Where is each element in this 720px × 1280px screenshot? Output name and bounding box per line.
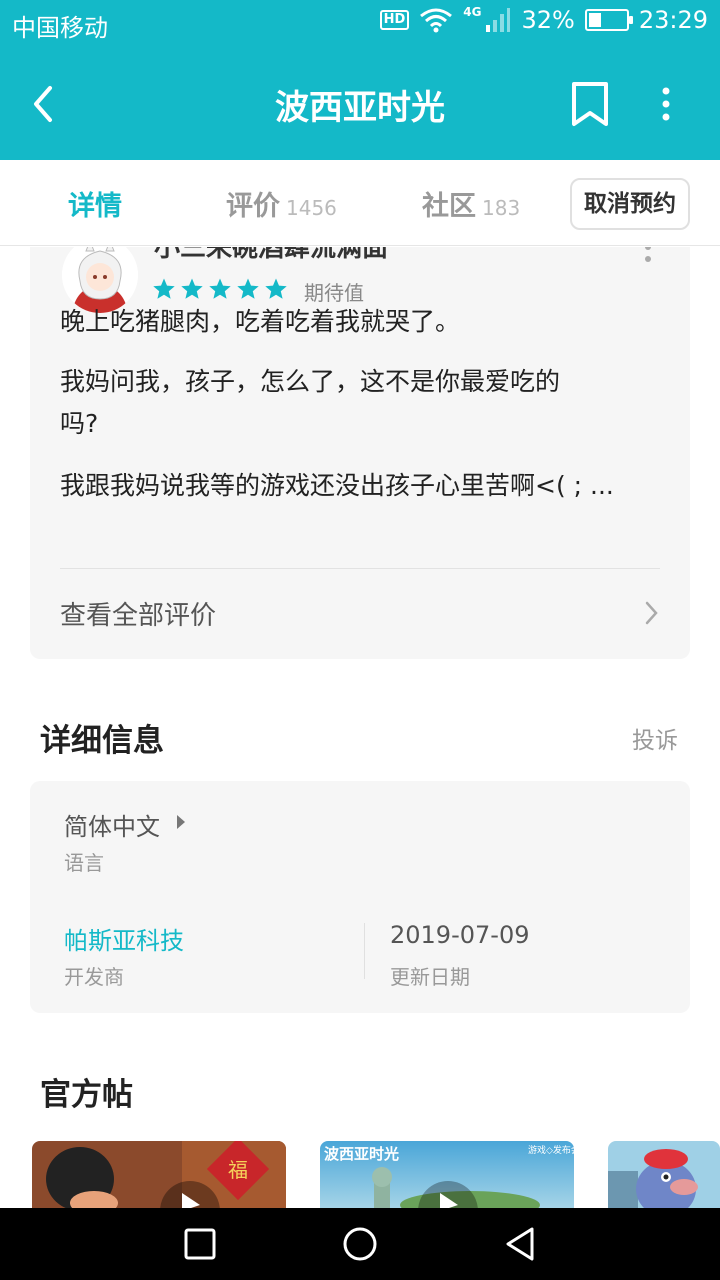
post-thumbnail[interactable] xyxy=(608,1141,720,1208)
post-image xyxy=(608,1141,720,1208)
tab-count: 183 xyxy=(482,196,521,220)
more-vertical-icon xyxy=(662,87,670,121)
star-icon xyxy=(181,278,203,299)
see-all-reviews-link[interactable]: 查看全部评价 xyxy=(60,569,660,659)
status-bar: 中国移动 HD 4G 32% 23:29 xyxy=(0,0,720,48)
post-subtitle-text: 游戏◇发布会 xyxy=(528,1144,574,1156)
battery-fill xyxy=(588,13,601,27)
app-bar: 中国移动 HD 4G 32% 23:29 波西亚时光 xyxy=(0,0,720,160)
cancel-reservation-button[interactable]: 取消预约 xyxy=(570,178,690,230)
review-card: 小三来碗酒肆流满面 期待值 晚上吃猪腿肉，吃着吃着我就哭了。 我妈问我，孩子，怎… xyxy=(30,247,690,659)
star-icon xyxy=(153,278,175,299)
star-icon xyxy=(265,278,287,299)
see-all-label: 查看全部评价 xyxy=(60,601,217,631)
post-thumbnail[interactable]: 福 xyxy=(32,1141,286,1208)
signal-icon xyxy=(486,8,511,32)
system-nav-bar xyxy=(0,1208,720,1280)
review-text-line: 我妈问我，孩子，怎么了，这不是你最爱吃的 xyxy=(60,367,561,396)
language-value[interactable]: 简体中文 xyxy=(64,807,160,842)
carrier-label: 中国移动 xyxy=(12,14,108,42)
details-section-title: 详细信息 xyxy=(40,723,164,759)
star-icon xyxy=(209,278,231,299)
title-bar: 波西亚时光 xyxy=(0,48,720,160)
svg-text:福: 福 xyxy=(228,1158,248,1182)
battery-percent: 32% xyxy=(521,6,575,34)
tab-details[interactable]: 详情 xyxy=(68,184,122,223)
star-rating xyxy=(152,277,288,301)
official-posts-title: 官方帖 xyxy=(40,1077,133,1113)
developer-label: 开发商 xyxy=(64,965,124,989)
more-options-button[interactable] xyxy=(648,78,684,130)
official-posts-row: 福 波西亚时光 游戏◇发布会 xyxy=(0,1141,720,1208)
tab-label: 社区 xyxy=(422,191,476,222)
square-icon xyxy=(184,1228,216,1260)
bookmark-icon xyxy=(572,82,608,126)
update-date-value: 2019-07-09 xyxy=(390,921,530,949)
review-text-line: 我跟我妈说我等的游戏还没出孩子心里苦啊<( ; ... xyxy=(60,471,614,500)
language-label: 语言 xyxy=(64,851,104,875)
recent-apps-button[interactable] xyxy=(182,1226,218,1262)
post-image: 福 xyxy=(32,1141,286,1208)
back-nav-button[interactable] xyxy=(502,1226,538,1262)
hd-icon: HD xyxy=(379,10,410,30)
tab-label: 评价 xyxy=(226,191,280,222)
tab-community[interactable]: 社区 183 xyxy=(422,184,520,223)
tab-reviews[interactable]: 评价 1456 xyxy=(226,184,337,223)
more-vertical-icon xyxy=(645,247,651,262)
home-button[interactable] xyxy=(342,1226,378,1262)
details-card: 简体中文 语言 帕斯亚科技 开发商 2019-07-09 更新日期 xyxy=(30,781,690,1013)
content-scroll[interactable]: 小三来碗酒肆流满面 期待值 晚上吃猪腿肉，吃着吃着我就哭了。 我妈问我，孩子，怎… xyxy=(0,247,720,1208)
clock: 23:29 xyxy=(638,6,708,34)
divider xyxy=(364,923,365,979)
developer-link[interactable]: 帕斯亚科技 xyxy=(64,921,184,956)
tab-label: 详情 xyxy=(68,191,122,222)
triangle-back-icon xyxy=(506,1227,534,1261)
bookmark-button[interactable] xyxy=(566,78,614,130)
post-title-text: 波西亚时光 xyxy=(324,1145,399,1163)
reviewer-name[interactable]: 小三来碗酒肆流满面 xyxy=(154,247,388,264)
network-type-label: 4G xyxy=(463,5,482,19)
star-icon xyxy=(237,278,259,299)
review-more-button[interactable] xyxy=(642,247,654,271)
chevron-right-icon xyxy=(645,601,658,625)
post-image: 波西亚时光 游戏◇发布会 xyxy=(320,1141,574,1208)
battery-icon xyxy=(584,9,633,31)
wifi-icon xyxy=(420,8,453,33)
review-text-line: 晚上吃猪腿肉，吃着吃着我就哭了。 xyxy=(60,307,461,336)
tab-bar: 详情 评价 1456 社区 183 取消预约 xyxy=(0,160,720,246)
review-text-line: 吗? xyxy=(60,409,99,438)
circle-icon xyxy=(343,1227,377,1261)
status-icons: HD 4G 32% 23:29 xyxy=(379,5,708,34)
update-date-label: 更新日期 xyxy=(390,965,470,989)
tab-count: 1456 xyxy=(286,196,337,220)
caret-right-icon xyxy=(177,815,185,829)
post-thumbnail[interactable]: 波西亚时光 游戏◇发布会 xyxy=(320,1141,574,1208)
report-link[interactable]: 投诉 xyxy=(632,721,678,755)
